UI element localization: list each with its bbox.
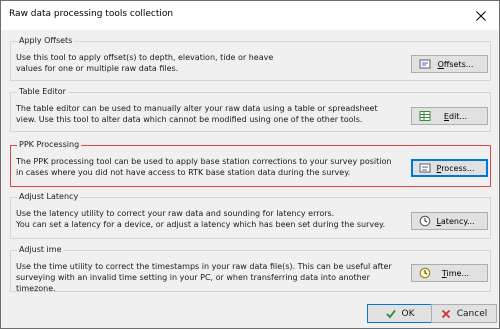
description-line: in cases where you did not have access t…: [16, 168, 351, 177]
cancel-x-icon: [441, 309, 450, 318]
offsets-button[interactable]: Offsets...: [411, 55, 488, 73]
close-icon: [476, 10, 486, 21]
edit-button[interactable]: Edit...: [411, 107, 488, 125]
group-table-editor: Table Editor The table editor can be use…: [10, 86, 491, 132]
group-adjust-latency: Adjust Latency Use the latency utility t…: [10, 191, 491, 239]
latency-button-label: Latency...: [436, 216, 475, 226]
checkmark-icon: [385, 309, 396, 318]
group-adjust-time: Adjust ime Use the time utility to corre…: [10, 244, 491, 294]
table-icon: [418, 109, 432, 123]
offsets-button-label: Offsets...: [437, 59, 474, 69]
dialog-window: Raw data processing tools collection App…: [0, 0, 500, 329]
group-description: Use this tool to apply offset(s) to dept…: [16, 52, 396, 74]
description-line: Use the latency utility to correct your …: [16, 209, 335, 218]
description-line: Use this tool to apply offset(s) to dept…: [16, 53, 274, 62]
description-line: view. Use this tool to alter data which …: [16, 115, 363, 124]
time-button-label: Time...: [441, 268, 470, 278]
process-button-label: Process...: [436, 163, 475, 173]
process-icon: [418, 161, 432, 175]
ok-button[interactable]: OK: [367, 304, 433, 323]
group-apply-offsets: Apply Offsets Use this tool to apply off…: [10, 35, 491, 81]
cancel-button-label: Cancel: [456, 308, 488, 319]
time-button[interactable]: Time...: [411, 264, 488, 282]
description-line: The table editor can be used to manually…: [16, 104, 378, 113]
process-button[interactable]: Process...: [411, 159, 488, 177]
ok-button-label: OK: [401, 308, 415, 319]
group-label: Table Editor: [17, 86, 68, 98]
description-line: The PPK processing tool can be used to a…: [16, 157, 392, 166]
description-line: You can set a latency for a device, or a…: [16, 220, 386, 229]
cancel-button[interactable]: Cancel: [431, 304, 497, 323]
group-ppk-processing: PPK Processing The PPK processing tool c…: [10, 139, 491, 187]
latency-button[interactable]: Latency...: [411, 212, 488, 230]
group-description: Use the time utility to correct the time…: [16, 261, 396, 294]
clock-adjust-icon: [418, 266, 432, 280]
group-description: The table editor can be used to manually…: [16, 103, 396, 125]
edit-button-label: Edit...: [443, 111, 468, 121]
title-bar: Raw data processing tools collection: [1, 1, 499, 30]
description-line: surveying with an invalid time setting i…: [16, 273, 370, 293]
group-description: Use the latency utility to correct your …: [16, 208, 396, 230]
description-line: Use the time utility to correct the time…: [16, 262, 392, 271]
group-label: Apply Offsets: [17, 35, 75, 47]
group-label: PPK Processing: [17, 139, 82, 151]
group-label: Adjust Latency: [17, 191, 81, 203]
window-title: Raw data processing tools collection: [9, 9, 174, 19]
clock-icon: [418, 214, 432, 228]
group-label: Adjust ime: [17, 244, 64, 256]
close-button[interactable]: [463, 1, 499, 30]
offsets-icon: [418, 57, 432, 71]
group-description: The PPK processing tool can be used to a…: [16, 156, 396, 178]
description-line: values for one or multiple raw data file…: [16, 64, 179, 73]
